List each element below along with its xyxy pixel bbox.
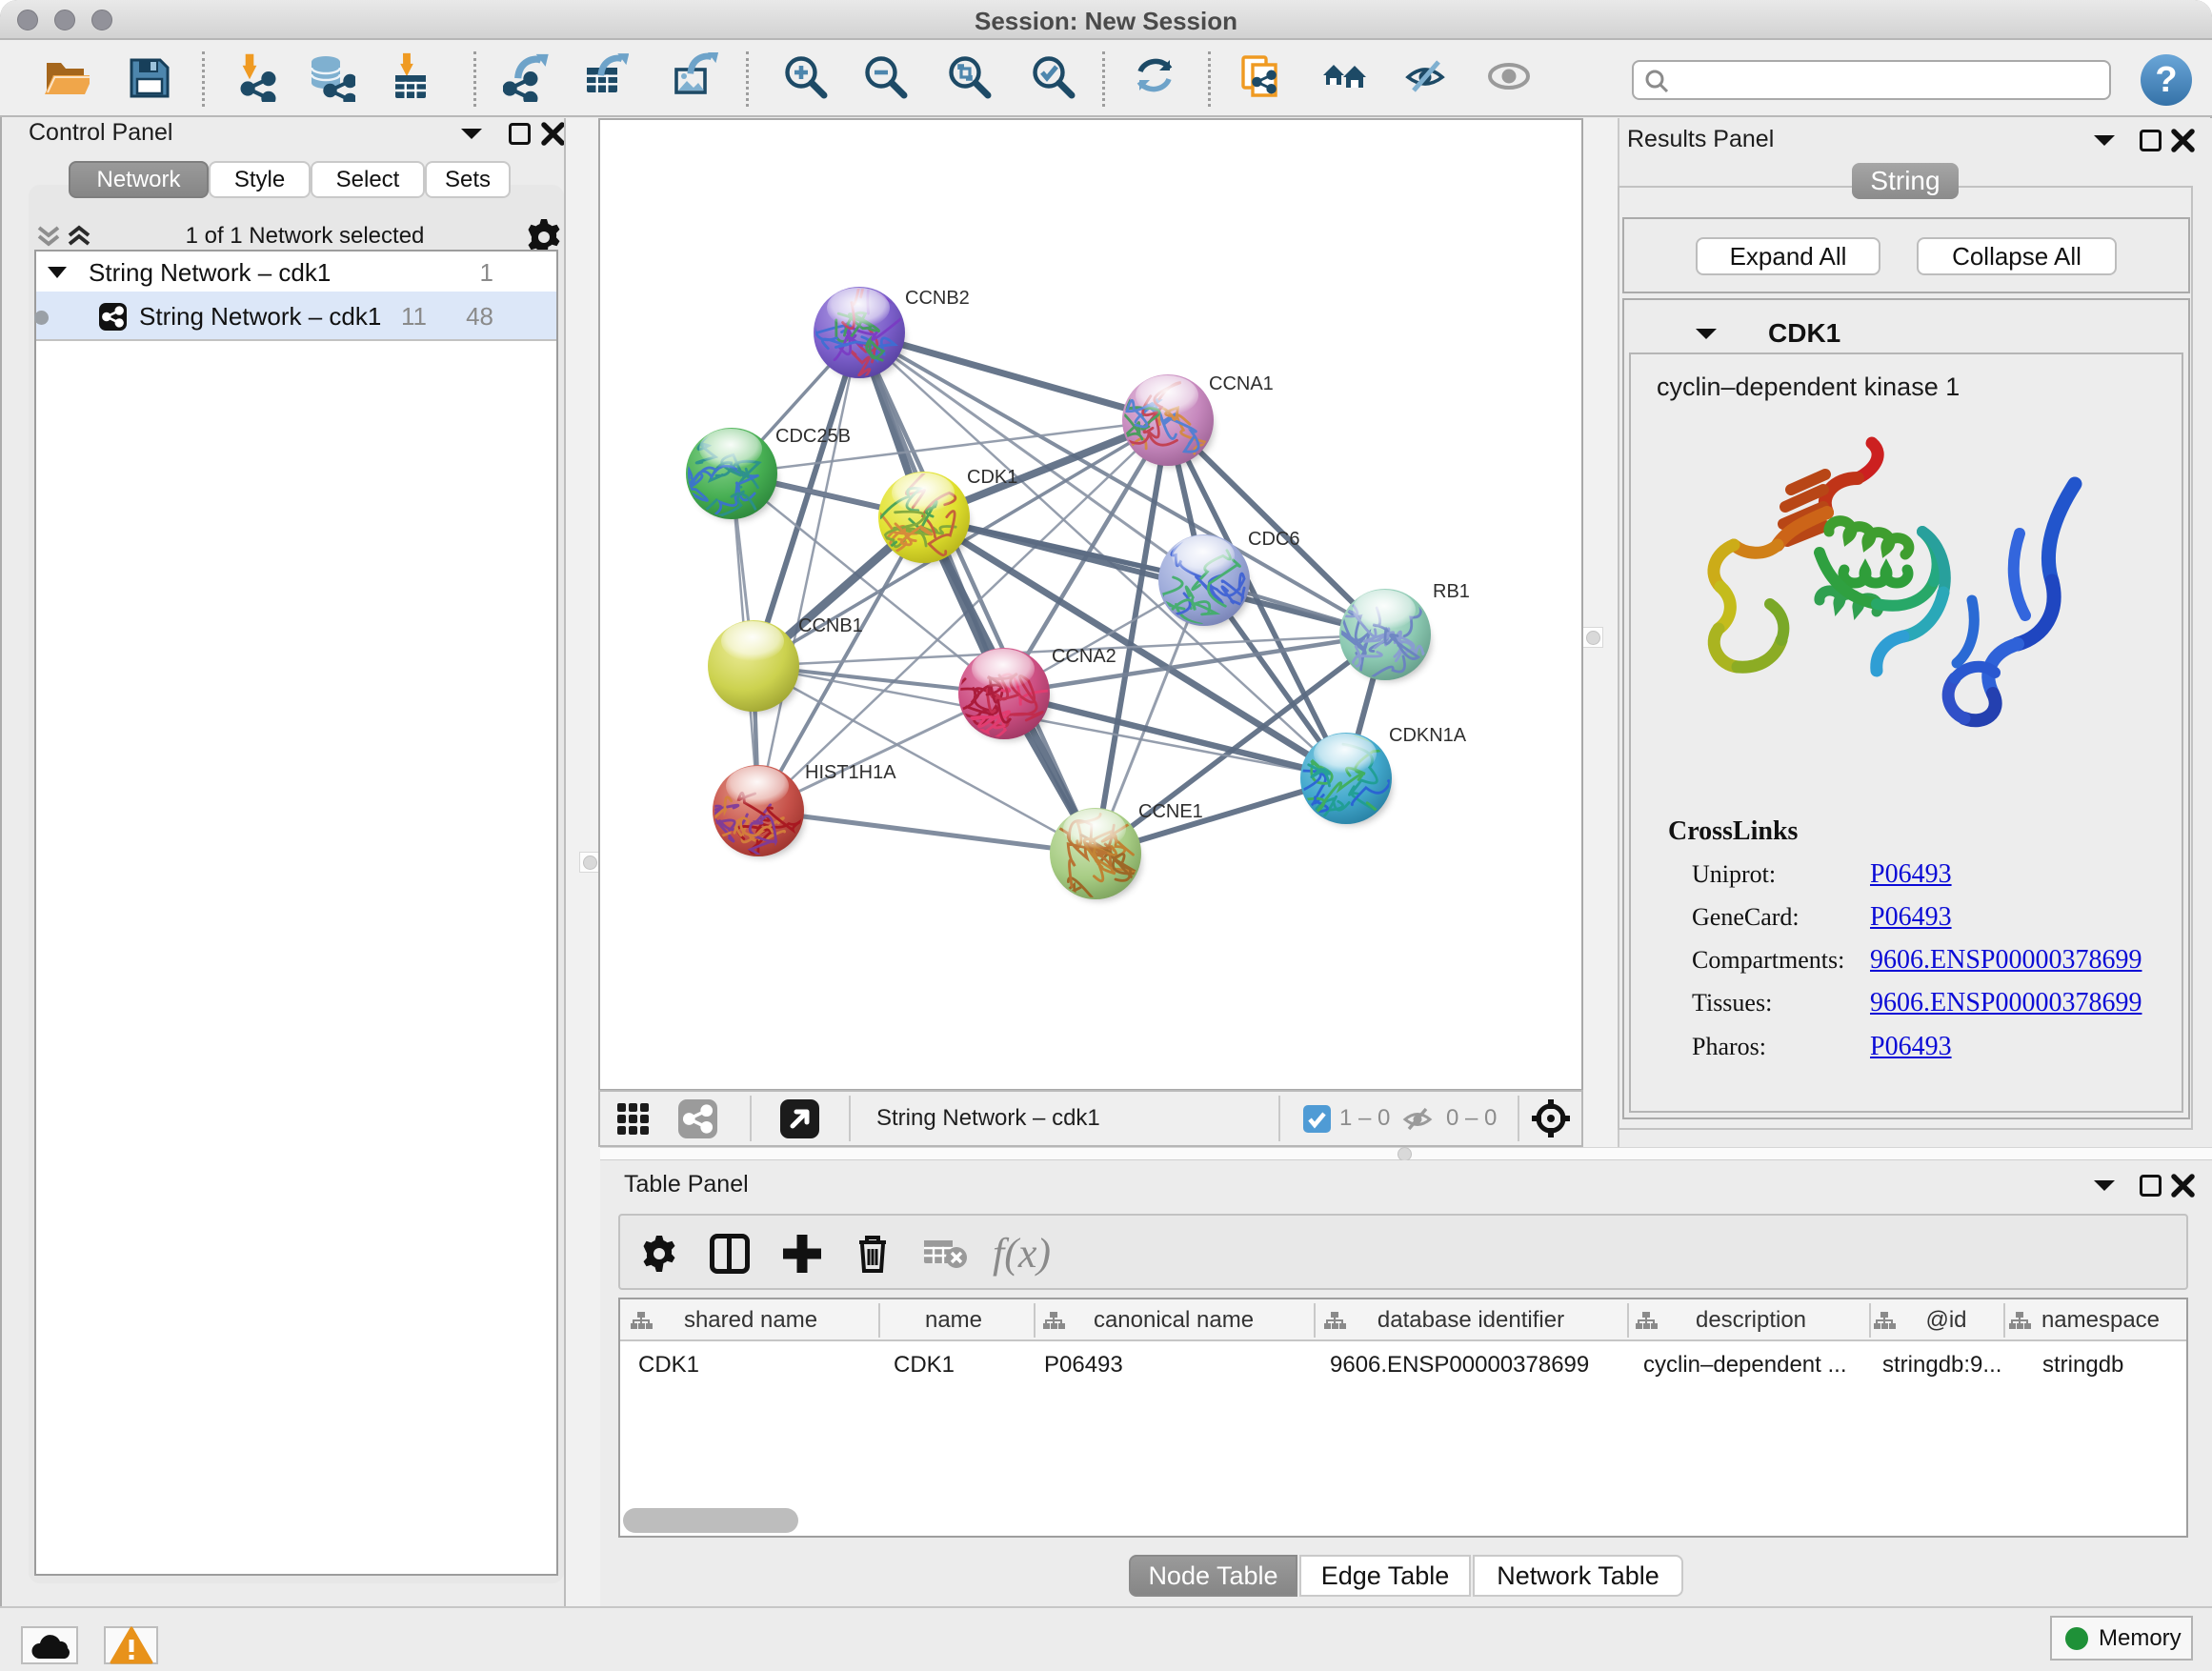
svg-text:CDK1: CDK1 (967, 467, 1017, 488)
svg-text:CDKN1A: CDKN1A (1389, 725, 1467, 746)
svg-text:CCNB2: CCNB2 (905, 288, 970, 309)
svg-text:CCNB1: CCNB1 (798, 615, 863, 636)
svg-text:RB1: RB1 (1433, 581, 1470, 602)
svg-text:CDC6: CDC6 (1248, 529, 1299, 550)
svg-text:CCNA1: CCNA1 (1209, 373, 1274, 394)
svg-text:HIST1H1A: HIST1H1A (805, 762, 896, 783)
svg-text:CDC25B: CDC25B (775, 426, 851, 447)
svg-text:CCNA2: CCNA2 (1052, 646, 1116, 667)
svg-text:CCNE1: CCNE1 (1138, 801, 1203, 822)
